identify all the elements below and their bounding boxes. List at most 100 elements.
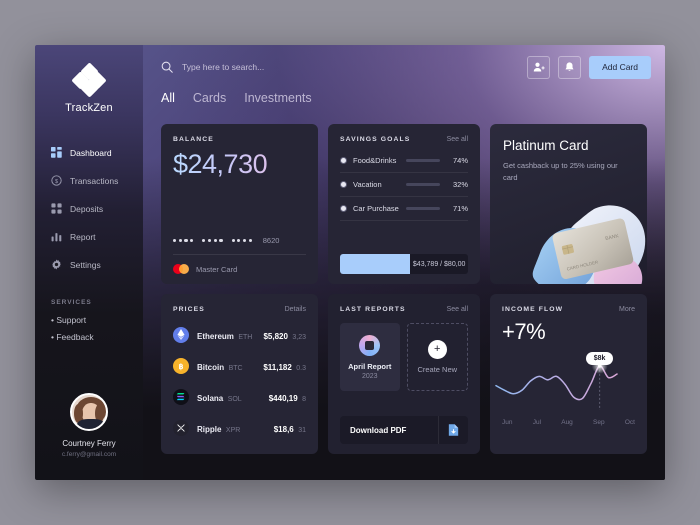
goal-row[interactable]: Car Purchase 71% bbox=[340, 197, 468, 221]
price-row[interactable]: Solana SOL $440,19 8 bbox=[173, 381, 306, 412]
coin-symbol: XPR bbox=[225, 426, 241, 434]
grid-icon bbox=[51, 147, 62, 158]
sidebar-item-label: Deposits bbox=[70, 203, 104, 214]
income-header: INCOME FLOW More bbox=[502, 306, 635, 313]
coin-values: $5,820 3,23 bbox=[263, 326, 306, 344]
add-user-button[interactable] bbox=[527, 55, 551, 79]
main-area: Add Card All Cards Investments BALANCE $… bbox=[143, 45, 665, 480]
report-tile-april[interactable]: April Report 2023 bbox=[340, 323, 400, 391]
goal-label: Car Purchase bbox=[353, 204, 399, 213]
goal-row[interactable]: Vacation 32% bbox=[340, 173, 468, 197]
report-gradient-icon bbox=[359, 334, 381, 356]
top-actions: Add Card bbox=[527, 55, 651, 79]
notifications-button[interactable] bbox=[558, 55, 582, 79]
card-brand-label: Master Card bbox=[196, 264, 238, 274]
tab-all[interactable]: All bbox=[161, 91, 175, 108]
income-title: INCOME FLOW bbox=[502, 306, 564, 313]
coin-change: 3,23 bbox=[292, 333, 306, 341]
prices-header: PRICES Details bbox=[173, 306, 306, 313]
svg-text:$: $ bbox=[55, 179, 58, 185]
dashboard-grid: BALANCE $24,730 8620 Master Card SAVINGS… bbox=[143, 108, 665, 454]
sidebar-item-label: Transactions bbox=[70, 175, 119, 186]
download-pdf-button[interactable]: Download PDF bbox=[340, 416, 468, 444]
diamond-logo-icon bbox=[71, 62, 107, 98]
chart-tick: Jun bbox=[502, 419, 513, 426]
reports-see-all-link[interactable]: See all bbox=[447, 306, 468, 313]
coin-name: Ripple bbox=[197, 424, 222, 434]
coin-names: Ethereum ETH bbox=[197, 326, 263, 344]
gear-icon bbox=[51, 259, 62, 270]
platinum-card[interactable]: Platinum Card Get cashback up to 25% usi… bbox=[490, 124, 647, 284]
sidebar-item-deposits[interactable]: Deposits bbox=[51, 196, 143, 221]
price-row[interactable]: Ripple XPR $18,6 31 bbox=[173, 412, 306, 443]
savings-see-all-link[interactable]: See all bbox=[447, 136, 468, 143]
platinum-title: Platinum Card bbox=[503, 138, 589, 153]
plus-icon: + bbox=[427, 340, 447, 359]
prices-details-link[interactable]: Details bbox=[285, 306, 306, 313]
search-box[interactable] bbox=[161, 61, 527, 73]
card-number: 8620 bbox=[173, 236, 306, 254]
savings-goals-title: SAVINGS GOALS bbox=[340, 136, 411, 143]
goal-progress-track bbox=[406, 206, 440, 211]
price-row[interactable]: Ethereum ETH $5,820 3,23 bbox=[173, 319, 306, 350]
income-flow-card: INCOME FLOW More +7% $8k Jun Jul Aug Sep… bbox=[490, 294, 647, 454]
goal-bullet-icon bbox=[340, 157, 347, 164]
goal-percent: 74% bbox=[452, 156, 468, 165]
prices-title: PRICES bbox=[173, 306, 205, 313]
coin-name: Bitcoin bbox=[197, 362, 225, 372]
goal-bullet-icon bbox=[340, 205, 347, 212]
mastercard-icon bbox=[173, 264, 189, 274]
goal-percent: 32% bbox=[452, 180, 468, 189]
sidebar-item-dashboard[interactable]: Dashboard bbox=[51, 140, 143, 165]
coin-price: $11,182 bbox=[263, 362, 292, 372]
goal-row[interactable]: Food&Drinks 74% bbox=[340, 149, 468, 173]
search-input[interactable] bbox=[182, 62, 382, 72]
profile[interactable]: Courtney Ferry c.ferry@gmail.com bbox=[35, 393, 143, 458]
tab-investments[interactable]: Investments bbox=[244, 91, 311, 108]
goal-bullet-icon bbox=[340, 181, 347, 188]
chart-tick: Jul bbox=[532, 419, 542, 426]
tab-cards[interactable]: Cards bbox=[193, 91, 226, 108]
income-chart[interactable]: $8k Jun Jul Aug Sep Oct bbox=[490, 346, 647, 432]
savings-goals-card: SAVINGS GOALS See all Food&Drinks 74% Va… bbox=[328, 124, 480, 284]
last-reports-card: LAST REPORTS See all April Report 2023 +… bbox=[328, 294, 480, 454]
ethereum-icon bbox=[173, 326, 189, 343]
chart-tick: Oct bbox=[624, 419, 635, 426]
chart-tick: Sep bbox=[593, 419, 605, 426]
profile-email: c.ferry@gmail.com bbox=[61, 451, 117, 458]
app-window: TrackZen Dashboard $ Transactions Deposi… bbox=[35, 45, 665, 480]
coin-name: Solana bbox=[197, 393, 224, 403]
sidebar-item-transactions[interactable]: $ Transactions bbox=[51, 168, 143, 193]
topbar: Add Card bbox=[143, 45, 665, 89]
savings-total-bar: $43,789 / $80,00 bbox=[340, 254, 468, 274]
profile-name: Courtney Ferry bbox=[62, 439, 116, 448]
coin-change: 31 bbox=[298, 426, 306, 434]
reports-header: LAST REPORTS See all bbox=[340, 306, 468, 313]
sidebar-item-settings[interactable]: Settings bbox=[51, 252, 143, 277]
coin-symbol: SOL bbox=[227, 395, 242, 403]
coin-symbol: ETH bbox=[238, 333, 253, 341]
coin-price: $440,19 bbox=[268, 393, 298, 403]
dollar-circle-icon: $ bbox=[51, 175, 62, 186]
balance-amount: $24,730 bbox=[173, 149, 306, 180]
create-new-report-tile[interactable]: + Create New bbox=[406, 323, 468, 391]
svg-text:฿: ฿ bbox=[179, 361, 184, 370]
reports-title: LAST REPORTS bbox=[340, 306, 406, 313]
add-card-button[interactable]: Add Card bbox=[589, 55, 651, 79]
sidebar-item-report[interactable]: Report bbox=[51, 224, 143, 249]
bell-icon bbox=[565, 62, 574, 71]
price-row[interactable]: ฿ Bitcoin BTC $11,182 0.3 bbox=[173, 350, 306, 381]
savings-total-fill bbox=[340, 254, 411, 274]
platinum-card-art: BANK CARD HOLDER bbox=[522, 191, 647, 284]
download-pdf-label: Download PDF bbox=[350, 425, 407, 435]
income-more-link[interactable]: More bbox=[619, 306, 635, 313]
coin-names: Solana SOL bbox=[197, 388, 269, 406]
goal-label: Food&Drinks bbox=[353, 156, 397, 165]
coin-price: $5,820 bbox=[263, 331, 288, 341]
goal-percent: 71% bbox=[452, 204, 468, 213]
sidebar-item-support[interactable]: Support bbox=[51, 315, 143, 325]
chart-tick: Aug bbox=[561, 419, 573, 426]
sidebar-item-label: Dashboard bbox=[70, 147, 112, 158]
masked-digit-group bbox=[231, 238, 252, 243]
sidebar-item-feedback[interactable]: Feedback bbox=[51, 332, 143, 342]
